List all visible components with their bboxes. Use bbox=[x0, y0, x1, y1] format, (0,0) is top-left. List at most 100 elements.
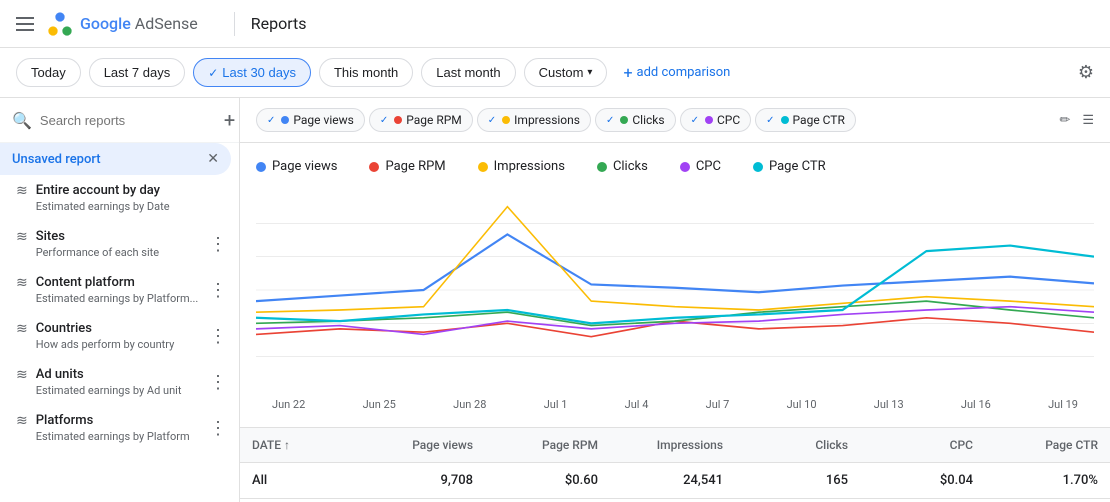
cell-all-impressions: 24,541 bbox=[610, 463, 735, 498]
report-name-2: Content platform bbox=[36, 275, 209, 290]
chip-clicks[interactable]: ✓ Clicks bbox=[595, 108, 676, 132]
legend-page-views: Page views bbox=[256, 159, 337, 174]
report-name-1: Sites bbox=[36, 229, 209, 244]
report-desc-1: Performance of each site bbox=[36, 246, 209, 259]
report-name-4: Ad units bbox=[36, 367, 209, 382]
legend-cpc: CPC bbox=[680, 159, 721, 174]
report-more-3[interactable]: ⋮ bbox=[209, 326, 227, 347]
chip-cpc[interactable]: ✓ CPC bbox=[680, 108, 752, 132]
add-comparison-label: add comparison bbox=[637, 65, 731, 80]
metric-chips-bar: ✓ Page views ✓ Page RPM ✓ Impressions ✓ … bbox=[240, 98, 1110, 143]
report-more-5[interactable]: ⋮ bbox=[209, 418, 227, 439]
chart-area: Page views Page RPM Impressions Clicks C… bbox=[240, 143, 1110, 427]
chip-dot-page-rpm bbox=[394, 116, 402, 124]
cell-all-page-ctr: 1.70% bbox=[985, 463, 1110, 498]
report-item-4[interactable]: ≋ Ad units Estimated earnings by Ad unit… bbox=[0, 359, 239, 405]
report-icon-4: ≋ bbox=[16, 367, 28, 383]
report-more-4[interactable]: ⋮ bbox=[209, 372, 227, 393]
report-desc-5: Estimated earnings by Platform bbox=[36, 430, 209, 443]
filter-last7[interactable]: Last 7 days bbox=[89, 58, 186, 87]
report-item-1[interactable]: ≋ Sites Performance of each site ⋮ bbox=[0, 221, 239, 267]
chart-filter-icon[interactable]: ☰ bbox=[1082, 113, 1094, 128]
filter-last-month[interactable]: Last month bbox=[421, 58, 515, 87]
x-label-5: Jul 7 bbox=[706, 398, 730, 411]
search-icon: 🔍 bbox=[12, 111, 32, 130]
col-impressions: Impressions bbox=[610, 428, 735, 462]
report-item-3[interactable]: ≋ Countries How ads perform by country ⋮ bbox=[0, 313, 239, 359]
settings-icon[interactable]: ⚙ bbox=[1078, 62, 1094, 83]
data-table: DATE ↑ Page views Page RPM Impressions C… bbox=[240, 427, 1110, 502]
add-comparison-btn[interactable]: add comparison bbox=[623, 63, 730, 82]
report-icon-1: ≋ bbox=[16, 229, 28, 245]
report-more-1[interactable]: ⋮ bbox=[209, 234, 227, 255]
report-desc-3: How ads perform by country bbox=[36, 338, 209, 351]
chip-dot-cpc bbox=[705, 116, 713, 124]
report-item-5[interactable]: ≋ Platforms Estimated earnings by Platfo… bbox=[0, 405, 239, 451]
filter-last30[interactable]: Last 30 days bbox=[193, 58, 311, 87]
filter-bar: Today Last 7 days Last 30 days This mont… bbox=[0, 48, 1110, 98]
line-chart bbox=[256, 190, 1094, 390]
report-name-3: Countries bbox=[36, 321, 209, 336]
report-name-5: Platforms bbox=[36, 413, 209, 428]
x-label-6: Jul 10 bbox=[787, 398, 817, 411]
cell-all-page-views: 9,708 bbox=[360, 463, 485, 498]
legend-dot-page-views bbox=[256, 162, 266, 172]
chip-label-page-rpm: Page RPM bbox=[406, 113, 462, 127]
unsaved-report-label: Unsaved report bbox=[12, 152, 101, 167]
legend-label-impressions: Impressions bbox=[494, 159, 565, 174]
report-icon-3: ≋ bbox=[16, 321, 28, 337]
legend-label-page-views: Page views bbox=[272, 159, 337, 174]
legend-clicks: Clicks bbox=[597, 159, 648, 174]
legend-label-cpc: CPC bbox=[696, 159, 721, 174]
chip-page-ctr[interactable]: ✓ Page CTR bbox=[755, 108, 856, 132]
report-more-2[interactable]: ⋮ bbox=[209, 280, 227, 301]
col-page-views: Page views bbox=[360, 428, 485, 462]
page-title: Reports bbox=[251, 14, 307, 33]
unsaved-report-close[interactable]: ✕ bbox=[207, 151, 219, 167]
header-divider bbox=[234, 12, 235, 36]
x-label-9: Jul 19 bbox=[1048, 398, 1078, 411]
x-label-2: Jun 28 bbox=[453, 398, 486, 411]
edit-metrics-icon[interactable]: ✏ bbox=[1059, 113, 1070, 128]
x-label-1: Jun 25 bbox=[363, 398, 396, 411]
chip-label-page-ctr: Page CTR bbox=[793, 113, 845, 127]
x-label-0: Jun 22 bbox=[272, 398, 305, 411]
x-axis: Jun 22 Jun 25 Jun 28 Jul 1 Jul 4 Jul 7 J… bbox=[256, 398, 1094, 411]
chip-page-views[interactable]: ✓ Page views bbox=[256, 108, 365, 132]
chip-dot-clicks bbox=[620, 116, 628, 124]
report-icon-5: ≋ bbox=[16, 413, 28, 429]
legend-label-page-ctr: Page CTR bbox=[769, 159, 826, 174]
filter-today[interactable]: Today bbox=[16, 58, 81, 87]
report-desc-4: Estimated earnings by Ad unit bbox=[36, 384, 209, 397]
legend-dot-page-rpm bbox=[369, 162, 379, 172]
report-icon-0: ≋ bbox=[16, 183, 28, 199]
sidebar: 🔍 + Unsaved report ✕ ≋ Entire account by… bbox=[0, 98, 240, 502]
report-item-0[interactable]: ≋ Entire account by day Estimated earnin… bbox=[0, 175, 239, 221]
legend-dot-page-ctr bbox=[753, 162, 763, 172]
cell-all-date: All bbox=[240, 463, 360, 498]
report-name-0: Entire account by day bbox=[36, 183, 227, 198]
chart-legend: Page views Page RPM Impressions Clicks C… bbox=[256, 159, 1094, 174]
chip-label-clicks: Clicks bbox=[632, 113, 664, 127]
report-icon-2: ≋ bbox=[16, 275, 28, 291]
main-layout: 🔍 + Unsaved report ✕ ≋ Entire account by… bbox=[0, 98, 1110, 502]
legend-impressions: Impressions bbox=[478, 159, 565, 174]
hamburger-menu[interactable] bbox=[16, 17, 34, 31]
chip-dot-impressions bbox=[502, 116, 510, 124]
report-item-2[interactable]: ≋ Content platform Estimated earnings by… bbox=[0, 267, 239, 313]
legend-dot-impressions bbox=[478, 162, 488, 172]
chip-page-rpm[interactable]: ✓ Page RPM bbox=[369, 108, 473, 132]
legend-label-clicks: Clicks bbox=[613, 159, 648, 174]
filter-custom[interactable]: Custom bbox=[524, 58, 608, 87]
x-label-7: Jul 13 bbox=[874, 398, 904, 411]
legend-page-rpm: Page RPM bbox=[369, 159, 445, 174]
cell-all-page-rpm: $0.60 bbox=[485, 463, 610, 498]
add-report-icon[interactable]: + bbox=[224, 108, 235, 132]
search-input[interactable] bbox=[40, 113, 216, 128]
unsaved-report-item[interactable]: Unsaved report ✕ bbox=[0, 143, 231, 175]
x-label-3: Jul 1 bbox=[544, 398, 568, 411]
filter-this-month[interactable]: This month bbox=[319, 58, 413, 87]
x-label-8: Jul 16 bbox=[961, 398, 991, 411]
chip-impressions[interactable]: ✓ Impressions bbox=[477, 108, 591, 132]
col-date[interactable]: DATE ↑ bbox=[240, 428, 360, 462]
